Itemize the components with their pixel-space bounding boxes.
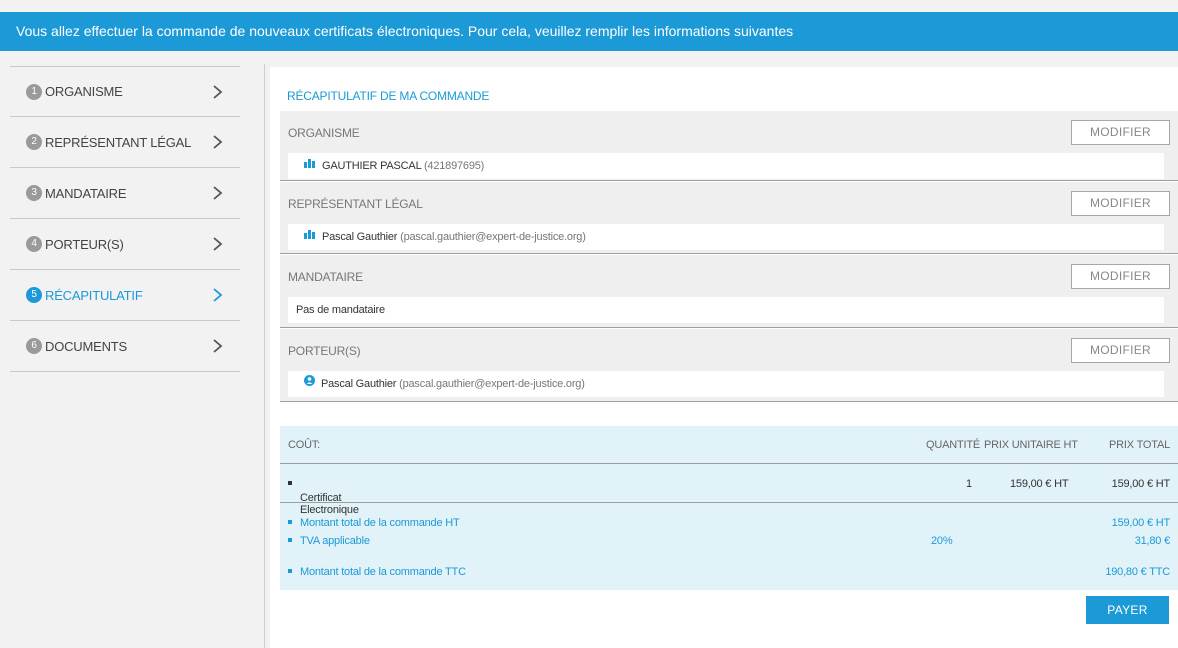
sidebar-item-label: RÉCAPITULATIF [45, 287, 143, 303]
sidebar-item-mandataire[interactable]: 3 MANDATAIRE [10, 168, 240, 219]
modify-organisme-button[interactable]: MODIFIER [1071, 120, 1170, 145]
step-number-badge: 2 [26, 134, 42, 150]
tva-label: TVA applicable [288, 535, 370, 547]
quantity-header: QUANTITÉ [926, 439, 981, 451]
pay-button[interactable]: PAYER [1086, 596, 1169, 624]
steps-sidebar: 1 ORGANISME 2 REPRÉSENTANT LÉGAL 3 MANDA… [10, 66, 240, 372]
user-icon [304, 370, 315, 396]
sidebar-item-label: MANDATAIRE [45, 185, 127, 201]
step-number-badge: 4 [26, 236, 42, 252]
section-label: REPRÉSENTANT LÉGAL [288, 197, 423, 211]
total-ht-label: Montant total de la commande HT [288, 517, 460, 529]
representant-section: REPRÉSENTANT LÉGAL MODIFIER Pascal Gauth… [280, 182, 1178, 254]
section-label: MANDATAIRE [288, 270, 363, 284]
chevron-right-icon [210, 184, 226, 202]
organisme-section: ORGANISME MODIFIER GAUTHIER PASCAL (4218… [280, 111, 1178, 181]
building-icon [304, 223, 316, 249]
porteur-email: (pascal.gauthier@expert-de-justice.org) [399, 378, 585, 390]
sidebar-item-porteurs[interactable]: 4 PORTEUR(S) [10, 219, 240, 270]
chevron-right-icon [210, 286, 226, 304]
chevron-right-icon [210, 133, 226, 151]
item-label: Certificat Electronique [288, 478, 359, 516]
step-number-badge: 1 [26, 83, 42, 100]
sidebar-item-label: PORTEUR(S) [45, 236, 124, 252]
porteurs-value: Pascal Gauthier (pascal.gauthier@expert-… [288, 371, 1164, 397]
sidebar-item-label: DOCUMENTS [45, 338, 127, 354]
sidebar-item-documents[interactable]: 6 DOCUMENTS [10, 321, 240, 372]
mandataire-section: MANDATAIRE MODIFIER Pas de mandataire [280, 255, 1178, 328]
tva-rate: 20% [931, 535, 953, 547]
mandataire-value: Pas de mandataire [288, 297, 1164, 323]
total-price-header: PRIX TOTAL [1109, 439, 1170, 451]
sidebar-item-organisme[interactable]: 1 ORGANISME [10, 66, 240, 117]
item-quantity: 1 [966, 478, 972, 490]
total-ttc-value: 190,80 € TTC [1105, 566, 1170, 578]
porteurs-section: PORTEUR(S) MODIFIER Pascal Gauthier (pas… [280, 329, 1178, 402]
step-number-badge: 3 [26, 185, 42, 201]
tva-label-text: TVA applicable [300, 535, 370, 547]
item-total: 159,00 € HT [1111, 478, 1171, 490]
representant-name: Pascal Gauthier [322, 231, 398, 243]
organisme-name: GAUTHIER PASCAL [322, 160, 422, 172]
chevron-right-icon [210, 83, 226, 101]
section-label: PORTEUR(S) [288, 344, 361, 358]
sidebar-item-label: ORGANISME [45, 84, 123, 99]
section-label: ORGANISME [288, 126, 360, 140]
modify-mandataire-button[interactable]: MODIFIER [1071, 264, 1170, 289]
table-row: Certificat Electronique 1 159,00 € HT 15… [280, 464, 1178, 516]
item-label-text: Certificat Electronique [300, 492, 359, 516]
total-ht-label-text: Montant total de la commande HT [300, 517, 460, 529]
total-ht-value: 159,00 € HT [1111, 517, 1171, 529]
unit-price-header: PRIX UNITAIRE HT [984, 439, 1078, 451]
step-number-badge: 5 [26, 287, 42, 303]
total-ttc-label-text: Montant total de la commande TTC [300, 566, 466, 578]
divider [264, 64, 265, 648]
page-title: RÉCAPITULATIF DE MA COMMANDE [287, 89, 490, 103]
modify-representant-button[interactable]: MODIFIER [1071, 191, 1170, 216]
item-unit-price: 159,00 € HT [1010, 478, 1069, 490]
tva-value: 31,80 € [1134, 535, 1171, 547]
step-number-badge: 6 [26, 338, 42, 354]
total-ttc-label: Montant total de la commande TTC [288, 566, 466, 578]
organisme-value: GAUTHIER PASCAL (421897695) [288, 153, 1164, 179]
sidebar-item-label: REPRÉSENTANT LÉGAL [45, 134, 192, 150]
chevron-right-icon [210, 235, 226, 253]
recap-panel: RÉCAPITULATIF DE MA COMMANDE ORGANISME M… [270, 67, 1178, 648]
cost-table-header: COÛT: QUANTITÉ PRIX UNITAIRE HT PRIX TOT… [280, 426, 1178, 464]
instructions-banner: Vous allez effectuer la commande de nouv… [0, 12, 1178, 51]
modify-porteurs-button[interactable]: MODIFIER [1071, 338, 1170, 363]
cost-header: COÛT: [288, 439, 321, 451]
representant-email: (pascal.gauthier@expert-de-justice.org) [400, 231, 586, 243]
cost-table: COÛT: QUANTITÉ PRIX UNITAIRE HT PRIX TOT… [280, 426, 1178, 590]
building-icon [304, 152, 316, 178]
porteur-name: Pascal Gauthier [321, 378, 397, 390]
chevron-right-icon [210, 337, 226, 355]
sidebar-item-representant-legal[interactable]: 2 REPRÉSENTANT LÉGAL [10, 117, 240, 168]
organisme-id: (421897695) [423, 160, 485, 172]
representant-value: Pascal Gauthier (pascal.gauthier@expert-… [288, 224, 1164, 250]
sidebar-item-recapitulatif[interactable]: 5 RÉCAPITULATIF [10, 270, 240, 321]
